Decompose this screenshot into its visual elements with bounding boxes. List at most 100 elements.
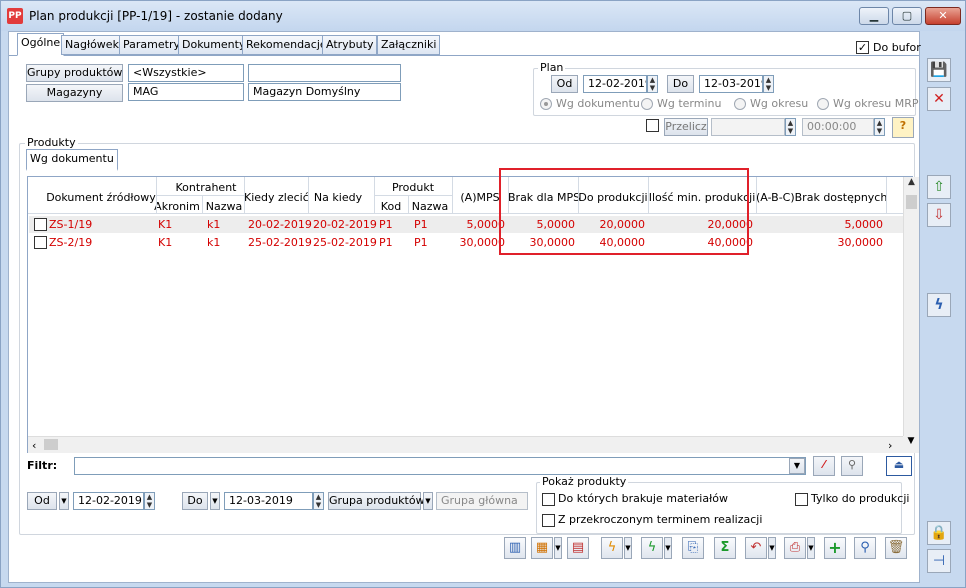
tab-parametry[interactable]: Parametry [119, 35, 184, 55]
filtr-dropdown-icon[interactable]: ▼ [789, 458, 805, 474]
plan-od-date[interactable]: 12-02-2019 [583, 75, 647, 93]
tab-ogolne[interactable]: Ogólne [17, 33, 65, 56]
do-bufora-checkbox[interactable]: ✓ [856, 41, 869, 54]
sum-icon[interactable]: Σ [714, 537, 736, 559]
przelicz-button[interactable]: Przelicz [664, 118, 708, 136]
search-icon[interactable]: ⚲ [854, 537, 876, 559]
vertical-scrollbar[interactable]: ▲ [903, 177, 919, 441]
clear-filter-icon[interactable]: ⁄ [813, 456, 835, 476]
scroll-left-icon[interactable]: ‹ [32, 439, 36, 452]
col-na-kiedy[interactable]: Na kiedy [308, 191, 368, 204]
bottom-do-date[interactable]: 12-03-2019 [224, 492, 313, 510]
maximize-button[interactable]: ▢ [892, 7, 922, 25]
grupy-produktow-field[interactable]: <Wszystkie> [128, 64, 244, 82]
document-export-icon[interactable]: ⎘ [682, 537, 704, 559]
tab-dokumenty[interactable]: Dokumenty [178, 35, 250, 55]
col-nazwa-produktu[interactable]: Nazwa [410, 200, 450, 213]
przelicz-checkbox[interactable] [646, 119, 659, 132]
tab-rekomendacje[interactable]: Rekomendacje [242, 35, 331, 55]
opt-brakuje-materialow-checkbox[interactable] [542, 493, 555, 506]
save-icon[interactable]: 💾 [927, 58, 951, 82]
radio-wg-terminu[interactable] [641, 98, 653, 110]
undo-icon[interactable]: ↶ [745, 537, 767, 559]
scroll-down-icon[interactable]: ▼ [903, 436, 919, 453]
plan-do-date[interactable]: 12-03-2019 [699, 75, 763, 93]
radio-wg-okresu-mrp[interactable] [817, 98, 829, 110]
undo-dropdown-icon[interactable]: ▼ [768, 537, 776, 559]
scroll-up-icon[interactable]: ▲ [904, 177, 919, 187]
bottom-do-dropdown-icon[interactable]: ▼ [210, 492, 220, 510]
scroll-thumb-h[interactable] [44, 439, 58, 450]
col-nazwa[interactable]: Nazwa [204, 200, 244, 213]
bottom-od-dropdown-icon[interactable]: ▼ [59, 492, 69, 510]
lightning-green-dropdown-icon[interactable]: ▼ [664, 537, 672, 559]
col-akronim[interactable]: Akronim [152, 200, 202, 213]
document-red-dropdown-icon[interactable]: ▼ [807, 537, 815, 559]
table-icon[interactable]: ▤ [567, 537, 589, 559]
grupa-produktow-button[interactable]: Grupa produktów [328, 492, 425, 510]
tab-wg-dokumentu[interactable]: Wg dokumentu [26, 149, 118, 171]
opt-tylko-do-produkcji-checkbox[interactable] [795, 493, 808, 506]
plan-do-button[interactable]: Do [667, 75, 694, 93]
magazyny-button[interactable]: Magazyny [26, 84, 123, 102]
document-red-icon[interactable]: ⎙ [784, 537, 806, 559]
lightning-orange-dropdown-icon[interactable]: ▼ [624, 537, 632, 559]
lock-icon[interactable]: 🔒 [927, 521, 951, 545]
add-icon[interactable]: + [824, 537, 846, 559]
lightning-orange-icon[interactable]: ϟ [601, 537, 623, 559]
col-kontrahent[interactable]: Kontrahent [156, 181, 256, 194]
grupa-glowna-field[interactable]: Grupa główna [436, 492, 528, 510]
scroll-right-icon[interactable]: › [888, 439, 892, 452]
bottom-od-date[interactable]: 12-02-2019 [73, 492, 144, 510]
opt-przekroczony-termin-checkbox[interactable] [542, 514, 555, 527]
grupy-produktow-button[interactable]: Grupy produktów [26, 64, 123, 82]
generate-icon[interactable]: ▦ [531, 537, 553, 559]
bottom-od-button[interactable]: Od [27, 492, 57, 510]
filter-apply-icon[interactable]: ⏏ [886, 456, 912, 476]
col-brak-dostepnych[interactable]: (A-B-C)Brak dostępnych [756, 191, 887, 204]
chart-icon[interactable]: ▥ [504, 537, 526, 559]
tab-zalaczniki[interactable]: Załączniki [377, 35, 441, 55]
bottom-od-spinner[interactable]: ▲ ▼ [144, 492, 155, 510]
przelicz-time-field[interactable]: 00:00:00 [802, 118, 874, 136]
grupy-produktow-extra-field[interactable] [248, 64, 401, 82]
radio-wg-okresu[interactable] [734, 98, 746, 110]
export-icon[interactable]: ⇩ [927, 203, 951, 227]
przelicz-time-spinner[interactable]: ▲ ▼ [874, 118, 885, 136]
table-row[interactable]: ZS-2/19 K1 k1 25-02-2019 25-02-2019 P1 P… [29, 234, 903, 251]
filtr-input[interactable] [74, 457, 806, 475]
horizontal-scrollbar[interactable]: ‹ › [28, 436, 903, 453]
przelicz-date-spinner[interactable]: ▲ ▼ [785, 118, 796, 136]
col-kod[interactable]: Kod [376, 200, 406, 213]
magazyn-code-field[interactable]: MAG [128, 83, 244, 101]
grupa-dropdown-icon[interactable]: ▼ [423, 492, 433, 510]
plan-od-spinner[interactable]: ▲ ▼ [647, 75, 658, 93]
filter-builder-icon[interactable]: ⚲ [841, 456, 863, 476]
close-button[interactable]: ✕ [925, 7, 961, 25]
generate-dropdown-icon[interactable]: ▼ [554, 537, 562, 559]
col-kiedy-zlecic[interactable]: Kiedy zlecić [244, 191, 309, 204]
przelicz-date-field[interactable] [711, 118, 785, 136]
lightning-blue-icon[interactable]: ϟ [927, 293, 951, 317]
row-checkbox[interactable] [34, 236, 47, 249]
lightning-green-icon[interactable]: ϟ [641, 537, 663, 559]
plan-do-spinner[interactable]: ▲ ▼ [763, 75, 774, 93]
bottom-do-spinner[interactable]: ▲ ▼ [313, 492, 324, 510]
radio-wg-dokumentu[interactable] [540, 98, 552, 110]
minimize-button[interactable]: ▁ [859, 7, 889, 25]
magazyn-name-field[interactable]: Magazyn Domyślny [248, 83, 401, 101]
import-icon[interactable]: ⇧ [927, 175, 951, 199]
scroll-thumb[interactable] [906, 195, 917, 209]
row-checkbox[interactable] [34, 218, 47, 231]
col-produkt[interactable]: Produkt [378, 181, 448, 194]
tab-atrybuty[interactable]: Atrybuty [322, 35, 378, 55]
tab-naglowek[interactable]: Nagłówek [61, 35, 123, 55]
plan-od-button[interactable]: Od [551, 75, 578, 93]
table-row[interactable]: ZS-1/19 K1 k1 20-02-2019 20-02-2019 P1 P… [29, 216, 903, 233]
bottom-do-button[interactable]: Do [182, 492, 208, 510]
col-dokument[interactable]: Dokument źródłowy [46, 191, 156, 204]
pin-icon[interactable]: ⊣ [927, 549, 951, 573]
cancel-icon[interactable]: ✕ [927, 87, 951, 111]
trash-icon[interactable]: 🗑 [885, 537, 907, 559]
help-icon[interactable]: ? [892, 117, 914, 138]
